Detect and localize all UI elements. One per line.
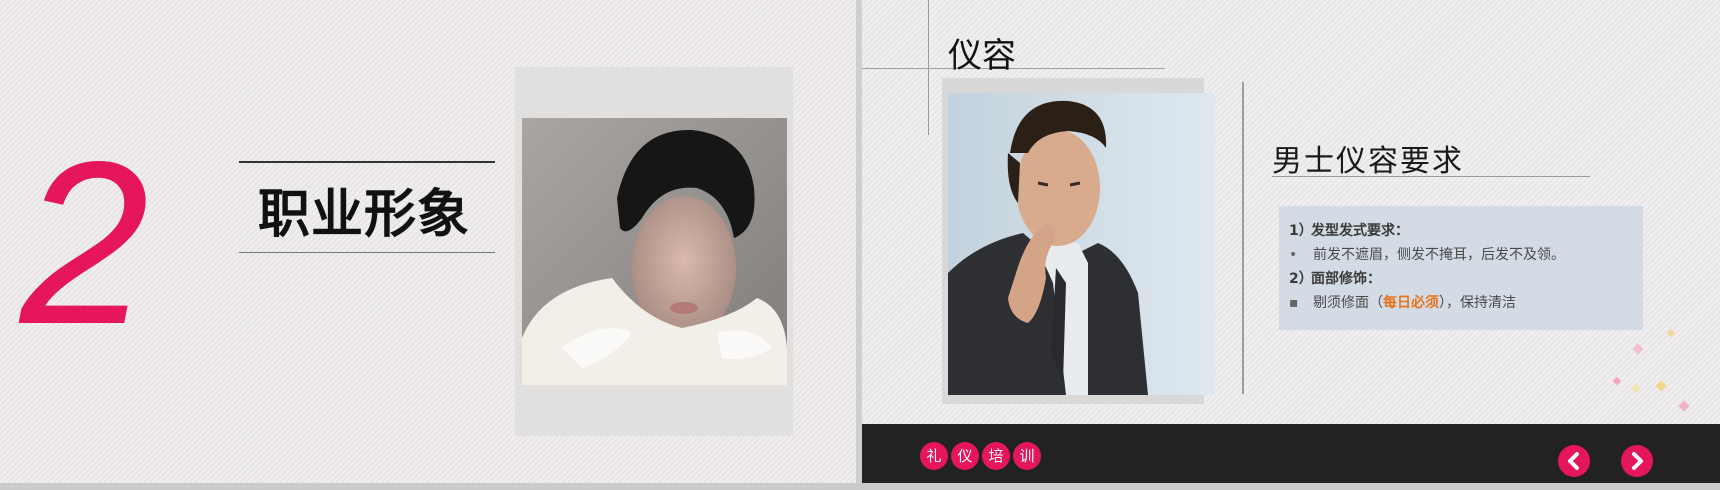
- footer-char: 礼: [920, 442, 948, 470]
- requirement-heading-text: 面部修饰：: [1311, 271, 1381, 287]
- requirement-heading: 1）发型发式要求：: [1289, 220, 1409, 240]
- requirement-heading: 2）面部修饰：: [1289, 268, 1381, 288]
- title-rule-bottom: [239, 252, 495, 253]
- sparkle-decoration: [1612, 376, 1622, 386]
- bullet-icon: •: [1289, 247, 1298, 263]
- slide-section-cover[interactable]: 2 职业形象: [0, 0, 856, 483]
- title-rule-top: [239, 161, 495, 163]
- bullet-icon: ▪: [1289, 295, 1299, 311]
- slide-title: 仪容: [948, 36, 1016, 76]
- requirement-heading-text: 发型发式要求：: [1311, 223, 1409, 239]
- slide-appearance[interactable]: 仪容 男士仪容要求 1）发型发式要求： • 前发不遮眉，侧发不掩耳，后发不及领。…: [862, 0, 1720, 483]
- requirement-item: • 前发不遮眉，侧发不掩耳，后发不及领。: [1289, 244, 1565, 264]
- sparkle-decoration: [1666, 328, 1676, 338]
- sparkle-decoration: [1655, 380, 1667, 392]
- subtitle-underline: [1272, 176, 1590, 177]
- requirement-text: 前发不遮眉，侧发不掩耳，后发不及领。: [1313, 247, 1565, 263]
- woman-portrait-image: [522, 118, 787, 385]
- section-title: 职业形象: [258, 185, 471, 245]
- viewer-bottom-edge: [0, 483, 1720, 490]
- presentation-viewer: 2 职业形象 仪容 男士仪容要求 1）发型发式要求： • 前发不遮眉，侧发不掩耳…: [0, 0, 1720, 490]
- footer-char: 训: [1013, 442, 1041, 470]
- requirement-text-prefix: 剔须修面（: [1313, 295, 1383, 311]
- man-portrait-image: [948, 93, 1215, 395]
- sparkle-decoration: [1632, 343, 1644, 355]
- chevron-right-icon: [1632, 452, 1643, 470]
- footer-char: 培: [982, 442, 1010, 470]
- requirement-text-suffix: ），保持清洁: [1439, 295, 1516, 311]
- list-number: 2）: [1289, 271, 1313, 287]
- sparkle-decoration: [1630, 383, 1641, 394]
- sparkle-decoration: [1678, 400, 1690, 412]
- list-number: 1）: [1289, 223, 1313, 239]
- chevron-left-icon: [1568, 452, 1579, 470]
- section-number: 2: [20, 114, 150, 373]
- divider-line: [1242, 82, 1244, 394]
- requirement-item: ▪ 剔须修面（每日必须），保持清洁: [1289, 292, 1516, 312]
- requirements-box: 1）发型发式要求： • 前发不遮眉，侧发不掩耳，后发不及领。 2）面部修饰： ▪ 剔…: [1279, 206, 1643, 330]
- section-subtitle: 男士仪容要求: [1272, 144, 1464, 179]
- footer-char: 仪: [951, 442, 979, 470]
- previous-slide-button[interactable]: [1558, 445, 1590, 477]
- requirement-highlight: 每日必须: [1383, 295, 1439, 311]
- next-slide-button[interactable]: [1621, 445, 1653, 477]
- footer-bar: 礼 仪 培 训: [862, 424, 1720, 483]
